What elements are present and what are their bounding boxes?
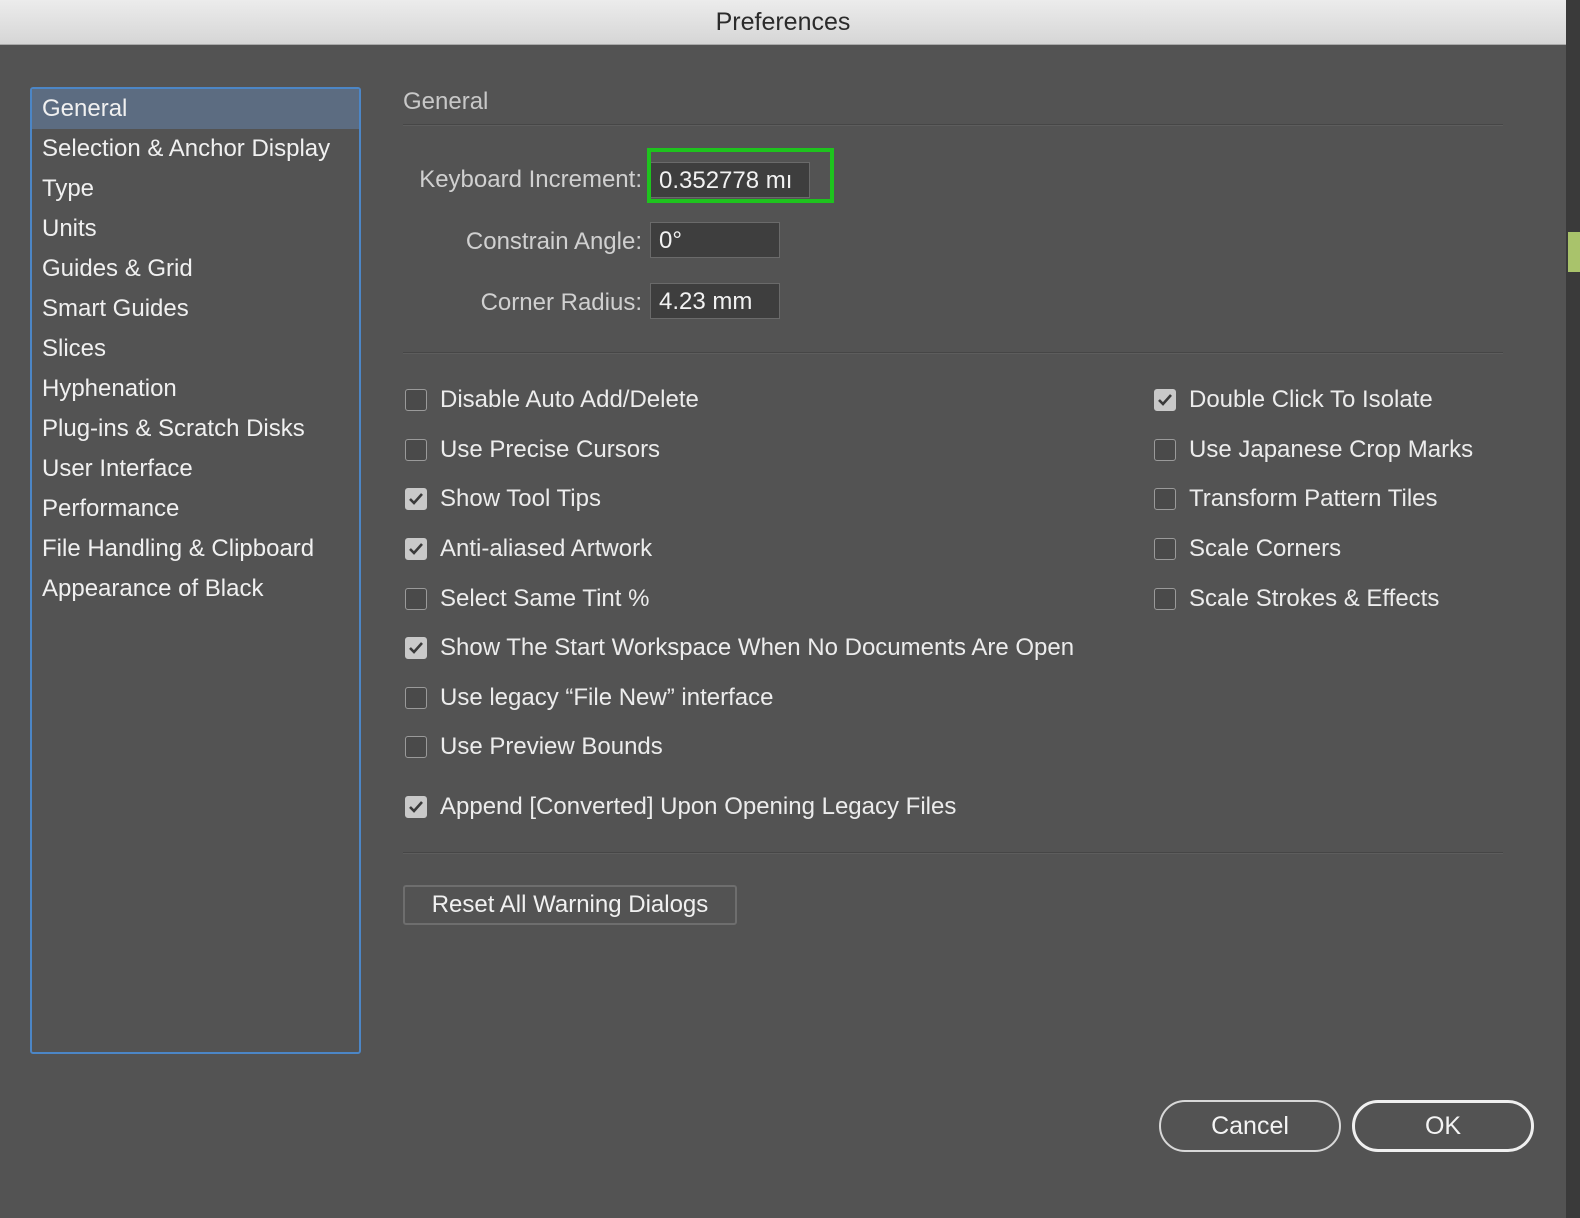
checkbox-label: Disable Auto Add/Delete <box>440 386 699 413</box>
checkbox-show-start-workspace[interactable]: Show The Start Workspace When No Documen… <box>405 631 1074 665</box>
sidebar-item-slices[interactable]: Slices <box>32 329 359 369</box>
checkbox-box[interactable] <box>405 538 427 560</box>
window-title: Preferences <box>715 8 851 36</box>
checkbox-box[interactable] <box>405 687 427 709</box>
checkbox-label: Scale Corners <box>1189 535 1342 562</box>
checkbox-box[interactable] <box>405 439 427 461</box>
checkbox-box[interactable] <box>405 796 427 818</box>
checkbox-scale-strokes-effects[interactable]: Scale Strokes & Effects <box>1154 582 1439 616</box>
checkbox-label: Scale Strokes & Effects <box>1189 585 1440 612</box>
ok-button[interactable]: OK <box>1352 1100 1534 1152</box>
checkbox-label: Show The Start Workspace When No Documen… <box>440 634 1075 661</box>
checkbox-use-japanese-crop-marks[interactable]: Use Japanese Crop Marks <box>1154 433 1473 467</box>
sidebar-item-hyphenation[interactable]: Hyphenation <box>32 369 359 409</box>
sidebar-item-performance[interactable]: Performance <box>32 489 359 529</box>
checkbox-box[interactable] <box>1154 439 1176 461</box>
checkbox-use-legacy-file-new[interactable]: Use legacy “File New” interface <box>405 681 773 715</box>
checkbox-anti-aliased-artwork[interactable]: Anti-aliased Artwork <box>405 532 652 566</box>
checkbox-box[interactable] <box>405 488 427 510</box>
checkbox-box[interactable] <box>405 637 427 659</box>
checkbox-label: Append [Converted] Upon Opening Legacy F… <box>440 793 957 820</box>
checkmark-icon <box>409 543 423 555</box>
checkbox-label: Show Tool Tips <box>440 485 601 512</box>
checkbox-append-converted[interactable]: Append [Converted] Upon Opening Legacy F… <box>405 790 956 824</box>
section-title: General <box>403 88 489 115</box>
sidebar-item-units[interactable]: Units <box>32 209 359 249</box>
checkbox-box[interactable] <box>405 736 427 758</box>
sidebar-item-selection-anchor-display[interactable]: Selection & Anchor Display <box>32 129 359 169</box>
divider <box>403 852 1503 854</box>
checkbox-box[interactable] <box>1154 488 1176 510</box>
sidebar-item-file-handling-clipboard[interactable]: File Handling & Clipboard <box>32 529 359 569</box>
sidebar-item-type[interactable]: Type <box>32 169 359 209</box>
window-title-bar: Preferences <box>0 0 1566 45</box>
checkmark-icon <box>409 642 423 654</box>
keyboard-increment-input[interactable]: 0.352778 mı <box>650 162 810 198</box>
checkmark-icon <box>409 801 423 813</box>
checkmark-icon <box>409 493 423 505</box>
checkbox-use-preview-bounds[interactable]: Use Preview Bounds <box>405 730 663 764</box>
checkbox-box[interactable] <box>405 588 427 610</box>
checkbox-box[interactable] <box>1154 588 1176 610</box>
checkbox-disable-auto-add-delete[interactable]: Disable Auto Add/Delete <box>405 383 699 417</box>
checkbox-use-precise-cursors[interactable]: Use Precise Cursors <box>405 433 660 467</box>
checkbox-box[interactable] <box>1154 538 1176 560</box>
checkbox-label: Anti-aliased Artwork <box>440 535 653 562</box>
checkbox-label: Select Same Tint % <box>440 585 650 612</box>
checkbox-box[interactable] <box>1154 389 1176 411</box>
checkbox-label: Use Preview Bounds <box>440 733 663 760</box>
background-window-edge <box>1566 0 1580 1218</box>
checkbox-label: Transform Pattern Tiles <box>1189 485 1438 512</box>
sidebar-item-appearance-of-black[interactable]: Appearance of Black <box>32 569 359 609</box>
keyboard-increment-label: Keyboard Increment: <box>419 166 642 193</box>
reset-all-warning-dialogs-button[interactable]: Reset All Warning Dialogs <box>403 885 737 925</box>
sidebar-item-general[interactable]: General <box>32 89 359 129</box>
checkbox-label: Use legacy “File New” interface <box>440 684 774 711</box>
divider <box>403 124 1503 126</box>
constrain-angle-input[interactable]: 0° <box>650 222 780 258</box>
sidebar-item-user-interface[interactable]: User Interface <box>32 449 359 489</box>
checkbox-label: Use Japanese Crop Marks <box>1189 436 1474 463</box>
cancel-button[interactable]: Cancel <box>1159 1100 1341 1152</box>
corner-radius-input[interactable]: 4.23 mm <box>650 283 780 319</box>
checkbox-box[interactable] <box>405 389 427 411</box>
checkbox-select-same-tint[interactable]: Select Same Tint % <box>405 582 649 616</box>
constrain-angle-label: Constrain Angle: <box>465 228 642 255</box>
preferences-category-list[interactable]: General Selection & Anchor Display Type … <box>30 87 361 1054</box>
checkbox-double-click-to-isolate[interactable]: Double Click To Isolate <box>1154 383 1433 417</box>
checkbox-transform-pattern-tiles[interactable]: Transform Pattern Tiles <box>1154 482 1438 516</box>
sidebar-item-smart-guides[interactable]: Smart Guides <box>32 289 359 329</box>
checkbox-label: Double Click To Isolate <box>1189 386 1433 413</box>
divider <box>403 352 1503 354</box>
checkbox-show-tool-tips[interactable]: Show Tool Tips <box>405 482 601 516</box>
checkbox-label: Use Precise Cursors <box>440 436 661 463</box>
background-accent <box>1568 232 1580 272</box>
checkmark-icon <box>1158 394 1172 406</box>
sidebar-item-plugins-scratch-disks[interactable]: Plug-ins & Scratch Disks <box>32 409 359 449</box>
corner-radius-label: Corner Radius: <box>480 289 642 316</box>
sidebar-item-guides-grid[interactable]: Guides & Grid <box>32 249 359 289</box>
checkbox-scale-corners[interactable]: Scale Corners <box>1154 532 1341 566</box>
